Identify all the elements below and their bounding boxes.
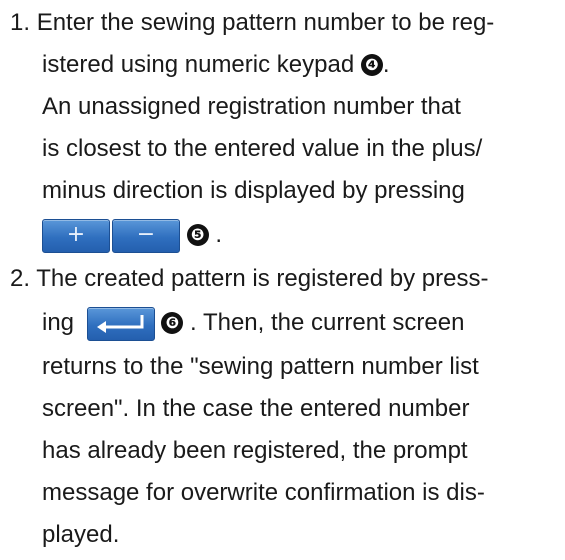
manual-page: 1. Enter the sewing pattern number to be… [0,0,565,560]
plus-key-icon[interactable]: + [42,218,110,253]
step-text: returns to the "sewing pattern number li… [42,353,479,380]
step-text: message for overwrite confirmation is di… [42,479,485,506]
step-2-line-3: returns to the "sewing pattern number li… [42,346,479,388]
step-text: is closest to the entered value in the p… [42,135,483,162]
step-2-line-6: message for overwrite confirmation is di… [42,472,485,514]
step-2-line-7: played. [42,514,119,556]
minus-symbol: − [136,221,156,247]
callout-6-icon: ❻ [161,312,184,334]
step-text: istered using numeric keypad [42,51,355,78]
step-text: ing [42,309,75,336]
step-text: played. [42,521,120,548]
period: . [215,221,223,248]
plus-symbol: + [66,221,86,247]
enter-key-icon[interactable] [86,306,155,341]
step-number: 1. [10,9,31,36]
step-1-line-4: is closest to the entered value in the p… [42,128,482,170]
step-text: . Then, the current screen [190,309,465,336]
step-text: The created pattern is registered by pre… [36,265,489,292]
step-1-buttons-row: + − ❺ . [42,214,222,256]
step-1-line-1: 1. Enter the sewing pattern number to be… [10,2,494,44]
step-text: An unassigned registration number that [42,93,461,120]
step-2-line-4: screen". In the case the entered number [42,388,469,430]
step-text: minus direction is displayed by pressing [42,177,465,204]
enter-arrow-icon [96,314,144,333]
step-2-line-2: ing ❻ . Then, the current screen [42,302,464,344]
step-1-line-5: minus direction is displayed by pressing [42,170,465,212]
period: . [382,51,390,78]
minus-key-icon[interactable]: − [112,218,180,253]
step-1-line-3: An unassigned registration number that [42,86,461,128]
step-number: 2. [10,265,31,292]
step-text: Enter the sewing pattern number to be re… [36,9,495,36]
step-text: screen". In the case the entered number [42,395,470,422]
step-text: has already been registered, the prompt [42,437,468,464]
callout-5-icon: ❺ [186,224,209,246]
step-1-line-2: istered using numeric keypad ❹. [42,44,390,86]
step-2-line-5: has already been registered, the prompt [42,430,468,472]
callout-4-icon: ❹ [360,54,383,76]
step-2-line-1: 2. The created pattern is registered by … [10,258,488,300]
